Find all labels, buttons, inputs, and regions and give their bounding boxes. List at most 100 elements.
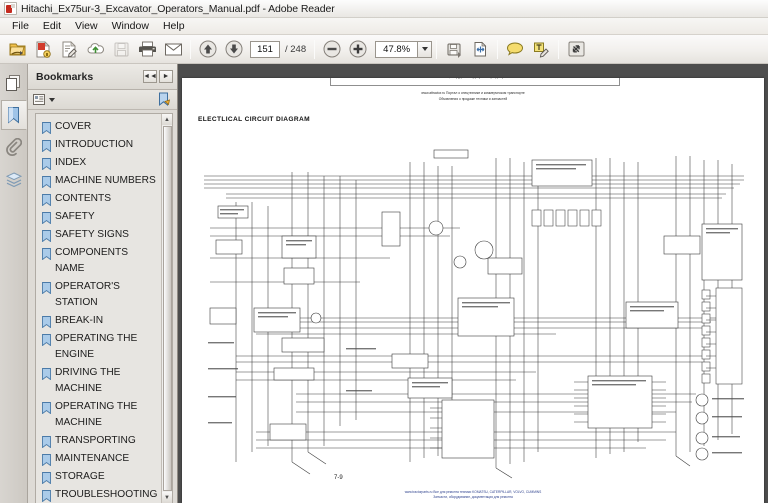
menu-edit[interactable]: Edit [36, 19, 68, 34]
bookmark-item[interactable]: STORAGE [36, 468, 161, 486]
menu-view[interactable]: View [68, 19, 105, 34]
bookmark-icon [42, 454, 51, 466]
toolbar-separator [190, 39, 191, 59]
bookmark-options-button[interactable] [33, 93, 55, 106]
bookmark-item[interactable]: SAFETY SIGNS [36, 226, 161, 244]
page-thumbnails-tab[interactable] [1, 68, 27, 98]
watermark-banner: www.tractorparts.ru Все для ремонта техн… [330, 78, 620, 86]
bookmark-item[interactable]: SAFETY [36, 208, 161, 226]
watermark-top: www.attractor.ru Портал о спецтехнике и … [182, 91, 764, 102]
main-toolbar: 151 / 248 47.8% [0, 35, 768, 64]
bookmark-icon [42, 230, 51, 242]
bookmark-item[interactable]: INTRODUCTION [36, 136, 161, 154]
toolbar-separator-5 [558, 39, 560, 59]
scrollbar-thumb[interactable] [162, 126, 172, 491]
next-page-button[interactable] [222, 37, 246, 61]
bookmark-item[interactable]: COVER [36, 118, 161, 136]
bookmark-label: DRIVING THE MACHINE [55, 367, 121, 394]
bookmark-icon [42, 316, 51, 328]
window-title: Hitachi_Ex75ur-3_Excavator_Operators_Man… [21, 2, 335, 15]
expand-panel-button[interactable]: ► [159, 70, 173, 83]
menu-bar: File Edit View Window Help [0, 18, 768, 35]
pdf-page: www.tractorparts.ru Все для ремонта техн… [182, 78, 764, 503]
highlight-text-button[interactable] [529, 37, 553, 61]
bookmark-icon [42, 158, 51, 170]
create-pdf-button[interactable] [31, 37, 55, 61]
layers-tab[interactable] [1, 164, 27, 194]
bookmarks-panel: Bookmarks ◄◄ ► COVER INTRODUCTION INDEX … [28, 64, 178, 503]
menu-window[interactable]: Window [105, 19, 156, 34]
bookmark-icon [42, 282, 51, 294]
bookmark-label: OPERATING THE ENGINE [55, 333, 138, 360]
bookmark-label: COVER [55, 121, 92, 132]
bookmark-icon [42, 402, 51, 414]
bookmarks-scrollbar[interactable]: ▲ ▼ [161, 114, 172, 503]
bookmark-icon [42, 122, 51, 134]
bookmark-item[interactable]: OPERATOR'S STATION [36, 278, 161, 312]
bookmark-icon [42, 176, 51, 188]
edit-pdf-button[interactable] [57, 37, 81, 61]
bookmark-label: SAFETY SIGNS [55, 229, 129, 240]
bookmarks-list: COVER INTRODUCTION INDEX MACHINE NUMBERS [36, 114, 161, 503]
bookmark-icon [42, 472, 51, 484]
bookmarks-panel-toolbar [28, 90, 177, 110]
previous-page-button[interactable] [196, 37, 220, 61]
bookmark-label: BREAK-IN [55, 315, 104, 326]
save-as-button[interactable] [442, 37, 466, 61]
toolbar-separator-3 [436, 39, 438, 59]
bookmark-item[interactable]: CONTENTS [36, 190, 161, 208]
page-number-input[interactable]: 151 [250, 40, 280, 58]
page-label: 7-9 [334, 475, 343, 481]
page-total-label: / 248 [285, 43, 307, 55]
attachments-tab[interactable] [1, 132, 27, 162]
bookmark-item[interactable]: TROUBLESHOOTING [36, 486, 161, 503]
bookmark-item[interactable]: BREAK-IN [36, 312, 161, 330]
bookmark-item[interactable]: DRIVING THE MACHINE [36, 364, 161, 398]
bookmark-item[interactable]: MAINTENANCE [36, 450, 161, 468]
document-viewer[interactable]: www.tractorparts.ru Все для ремонта техн… [178, 64, 768, 503]
bookmark-label: TRANSPORTING [55, 435, 136, 446]
bookmark-icon [42, 334, 51, 346]
bookmark-label: INTRODUCTION [55, 139, 134, 150]
bookmark-label: SAFETY [55, 211, 95, 222]
zoom-out-button[interactable] [320, 37, 344, 61]
bookmark-label: INDEX [55, 157, 87, 168]
bookmarks-list-container: COVER INTRODUCTION INDEX MACHINE NUMBERS [35, 113, 173, 503]
scroll-up-button[interactable]: ▲ [161, 114, 172, 125]
open-file-button[interactable] [5, 37, 29, 61]
upload-cloud-button[interactable] [83, 37, 107, 61]
bookmark-item[interactable]: INDEX [36, 154, 161, 172]
bookmark-icon [42, 212, 51, 224]
menu-file[interactable]: File [5, 19, 36, 34]
bookmarks-tab[interactable] [0, 100, 27, 130]
bookmarks-panel-header: Bookmarks ◄◄ ► [28, 64, 177, 90]
fit-page-button[interactable] [468, 37, 492, 61]
comment-button[interactable] [503, 37, 527, 61]
toolbar-separator-2 [314, 39, 316, 59]
chevron-down-icon [421, 47, 428, 51]
save-button[interactable] [109, 37, 133, 61]
new-bookmark-button[interactable] [157, 92, 172, 107]
bookmark-item[interactable]: OPERATING THE ENGINE [36, 330, 161, 364]
zoom-in-button[interactable] [346, 37, 370, 61]
bookmark-icon [42, 140, 51, 152]
bookmark-item[interactable]: TRANSPORTING [36, 432, 161, 450]
collapse-all-button[interactable]: ◄◄ [143, 70, 157, 83]
watermark-banner-line2: Запчасти, оборудование, документация для… [435, 78, 515, 80]
scroll-down-button[interactable]: ▼ [161, 492, 172, 503]
bookmark-label: STORAGE [55, 471, 105, 482]
bookmark-label: CONTENTS [55, 193, 112, 204]
email-button[interactable] [161, 37, 185, 61]
zoom-level-input[interactable]: 47.8% [375, 40, 418, 58]
bookmark-item[interactable]: OPERATING THE MACHINE [36, 398, 161, 432]
bookmark-icon [42, 194, 51, 206]
fullscreen-button[interactable] [564, 37, 588, 61]
bookmark-label: OPERATING THE MACHINE [55, 401, 138, 428]
bookmark-item[interactable]: MACHINE NUMBERS [36, 172, 161, 190]
menu-help[interactable]: Help [156, 19, 192, 34]
bookmark-item[interactable]: COMPONENTS NAME [36, 244, 161, 278]
print-button[interactable] [135, 37, 159, 61]
watermark-footer-line2: Запчасти, оборудование, документация для… [433, 495, 513, 499]
watermark-top-line2: Объявления о продаже техники и запчастей [438, 96, 508, 101]
zoom-dropdown-button[interactable] [417, 40, 433, 58]
